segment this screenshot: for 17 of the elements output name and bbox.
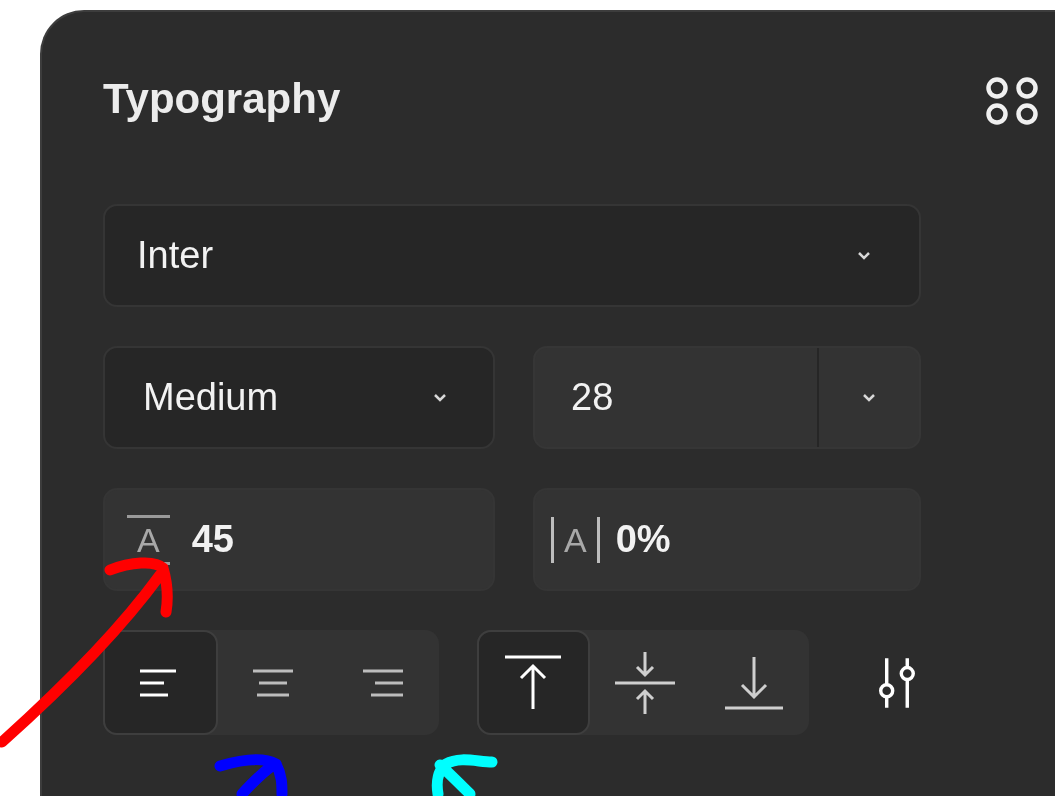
line-height-value: 45 — [191, 517, 234, 562]
line-height-field[interactable]: A 45 — [103, 488, 495, 591]
grid-icon[interactable] — [985, 76, 1041, 126]
vertical-align-option[interactable] — [476, 630, 591, 735]
font-size-field[interactable]: 28 — [533, 346, 921, 449]
font-family-dropdown[interactable]: Inter — [103, 204, 921, 307]
letter-spacing-field[interactable]: A 0% — [533, 488, 921, 591]
align-top-icon — [503, 653, 564, 712]
text-align-option[interactable] — [103, 630, 218, 735]
letter-spacing-value: 0% — [615, 517, 671, 562]
align-middle-icon — [612, 649, 677, 716]
chevron-down-icon — [433, 392, 447, 403]
font-weight-dropdown[interactable]: Medium — [103, 346, 495, 449]
panel-title: Typography — [103, 78, 341, 120]
chevron-down-icon — [862, 392, 876, 403]
align-bottom-icon — [723, 654, 786, 711]
chevron-down-icon — [857, 250, 871, 261]
